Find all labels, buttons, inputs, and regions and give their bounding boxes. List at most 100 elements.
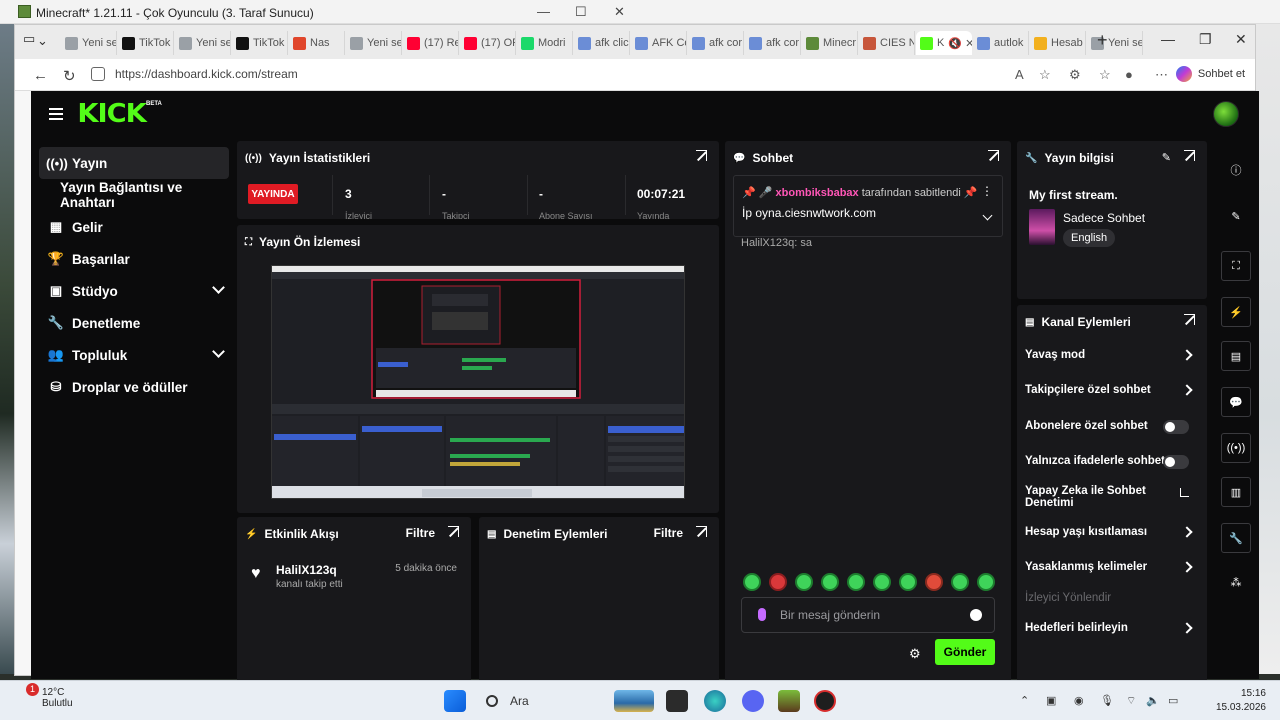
browser-tab[interactable]: Nas: [289, 31, 345, 55]
read-aloud-icon[interactable]: A: [1015, 67, 1024, 82]
emote-icon[interactable]: [951, 573, 969, 591]
chevron-right-icon[interactable]: [1181, 349, 1193, 361]
popout-icon[interactable]: [1184, 314, 1195, 325]
browser-tab[interactable]: Yeni se: [61, 31, 117, 55]
external-link-icon[interactable]: [1180, 488, 1189, 497]
address-bar[interactable]: https://dashboard.kick.com/stream: [87, 62, 1167, 86]
toggle-switch[interactable]: [1163, 420, 1189, 434]
emote-icon[interactable]: [769, 573, 787, 591]
maximize-icon[interactable]: ☐: [575, 4, 587, 20]
channel-action-item[interactable]: Takipçilere özel sohbet: [1025, 384, 1197, 396]
browser-tab[interactable]: AFK Co: [631, 31, 687, 55]
emoji-icon[interactable]: [970, 609, 982, 621]
popout-icon[interactable]: [1184, 150, 1195, 161]
broadcast-icon[interactable]: ((•)): [1221, 433, 1251, 463]
emote-icon[interactable]: [899, 573, 917, 591]
popout-icon[interactable]: [696, 526, 707, 537]
sidebar-item[interactable]: ▣ Stüdyo: [39, 275, 229, 307]
channel-action-item[interactable]: Abonelere özel sohbet: [1025, 420, 1197, 434]
wrench-icon[interactable]: 🔧: [1221, 523, 1251, 553]
emote-icon[interactable]: [925, 573, 943, 591]
sidebar-item[interactable]: ((•)) Yayın: [39, 147, 229, 179]
emote-icon[interactable]: [977, 573, 995, 591]
stream-preview[interactable]: [271, 265, 685, 499]
popout-icon[interactable]: [696, 150, 707, 161]
channel-action-item[interactable]: Yalnızca ifadelerle sohbet: [1025, 455, 1197, 469]
tab-actions-chevron-icon[interactable]: ⌄: [37, 33, 48, 49]
sidebar-item[interactable]: ▦ Gelir: [39, 211, 229, 243]
chat-input[interactable]: [780, 606, 960, 624]
menu-icon[interactable]: [49, 108, 63, 120]
browser-tab[interactable]: Minecr: [802, 31, 858, 55]
category-name[interactable]: Sadece Sohbet: [1063, 211, 1145, 225]
workspaces-icon[interactable]: ▭: [23, 31, 35, 47]
browser-tab[interactable]: autlok: [973, 31, 1029, 55]
taskbar-search[interactable]: Ara: [478, 689, 608, 713]
chevron-right-icon[interactable]: [1181, 526, 1193, 538]
document-icon[interactable]: ▤: [1221, 341, 1251, 371]
channel-action-item[interactable]: Yasaklanmış kelimeler: [1025, 561, 1197, 573]
chevron-down-icon[interactable]: [212, 281, 225, 294]
browser-tab[interactable]: Yeni se: [175, 31, 231, 55]
expand-chevron-icon[interactable]: [982, 210, 993, 221]
channel-action-item[interactable]: Yavaş mod: [1025, 349, 1197, 361]
volume-icon[interactable]: 🔈: [1146, 694, 1160, 707]
channel-action-item[interactable]: Yapay Zeka ile Sohbet Denetimi: [1025, 485, 1197, 509]
chat-input-box[interactable]: [741, 597, 995, 633]
chevron-right-icon[interactable]: [1181, 561, 1193, 573]
channel-action-item[interactable]: Hesap yaşı kısıtlaması: [1025, 526, 1197, 538]
tray-app-icon[interactable]: ◉: [1074, 694, 1084, 707]
lightning-icon[interactable]: ⚡: [1221, 297, 1251, 327]
chat-settings-icon[interactable]: ⚙: [909, 646, 921, 662]
widgets-icon[interactable]: ⁂: [1221, 567, 1251, 597]
extension-icon[interactable]: ⚙: [1069, 67, 1081, 83]
pinned-message[interactable]: 📌 🎤 xbombiksbabax tarafından sabitlendi …: [733, 175, 1003, 237]
battery-icon[interactable]: ▭: [1168, 694, 1178, 707]
sidebar-item[interactable]: Yayın Bağlantısı ve Anahtarı: [39, 179, 229, 211]
browser-tab[interactable]: (17) Re: [403, 31, 459, 55]
chevron-right-icon[interactable]: [1181, 384, 1193, 396]
back-icon[interactable]: ←: [33, 67, 48, 84]
microphone-icon[interactable]: [758, 608, 766, 621]
toggle-switch[interactable]: [1163, 455, 1189, 469]
chevron-down-icon[interactable]: [212, 345, 225, 358]
info-icon[interactable]: ⓘ: [1221, 155, 1251, 185]
browser-tab[interactable]: afk cor: [688, 31, 744, 55]
weather-widget[interactable]: 12°C Bulutlu: [24, 687, 73, 709]
sidebar-item[interactable]: 🔧 Denetleme: [39, 307, 229, 339]
browser-tab[interactable]: afk cor: [745, 31, 801, 55]
mute-close-icon[interactable]: 🔇 ✕: [948, 37, 972, 50]
emote-icon[interactable]: [873, 573, 891, 591]
close-icon[interactable]: ✕: [1235, 31, 1247, 48]
background-window-titlebar[interactable]: Minecraft* 1.21.11 - Çok Oyunculu (3. Ta…: [0, 0, 1280, 24]
channel-action-item[interactable]: Hedefleri belirleyin: [1025, 622, 1197, 634]
edge-icon[interactable]: [704, 690, 726, 712]
browser-tab[interactable]: Hesab: [1030, 31, 1086, 55]
send-button[interactable]: Gönder: [935, 639, 995, 665]
browser-tab[interactable]: Yeni se: [1087, 31, 1143, 55]
layout-icon[interactable]: ▥: [1221, 477, 1251, 507]
clock[interactable]: 15:16 15.03.2026: [1216, 687, 1266, 715]
browser-tab[interactable]: afk clic: [574, 31, 630, 55]
discord-icon[interactable]: [742, 690, 764, 712]
browser-tab[interactable]: Yeni se: [346, 31, 402, 55]
popout-icon[interactable]: [448, 526, 459, 537]
site-info-icon[interactable]: [91, 67, 105, 81]
more-icon[interactable]: ⋯: [1155, 67, 1168, 83]
popout-icon[interactable]: [988, 150, 999, 161]
copilot-button[interactable]: Sohbet et: [1175, 66, 1245, 82]
new-tab-button[interactable]: +: [1097, 30, 1108, 51]
favorite-star-icon[interactable]: ☆: [1039, 67, 1051, 83]
kick-logo[interactable]: KICK: [77, 99, 146, 129]
browser-tab[interactable]: Modri: [517, 31, 573, 55]
search-highlight-icon[interactable]: [614, 690, 654, 712]
mod-actions-filter-button[interactable]: Filtre: [654, 526, 683, 540]
pinned-by-user[interactable]: xbombiksbabax: [776, 187, 859, 199]
microphone-icon[interactable]: 🎙: [1100, 694, 1114, 707]
refresh-icon[interactable]: ↻: [63, 67, 76, 85]
emote-icon[interactable]: [743, 573, 761, 591]
chevron-right-icon[interactable]: [1181, 622, 1193, 634]
wifi-icon[interactable]: ⌔: [1126, 694, 1136, 708]
sidebar-item[interactable]: 👥 Topluluk: [39, 339, 229, 371]
edit-icon[interactable]: ✎: [1221, 201, 1251, 231]
